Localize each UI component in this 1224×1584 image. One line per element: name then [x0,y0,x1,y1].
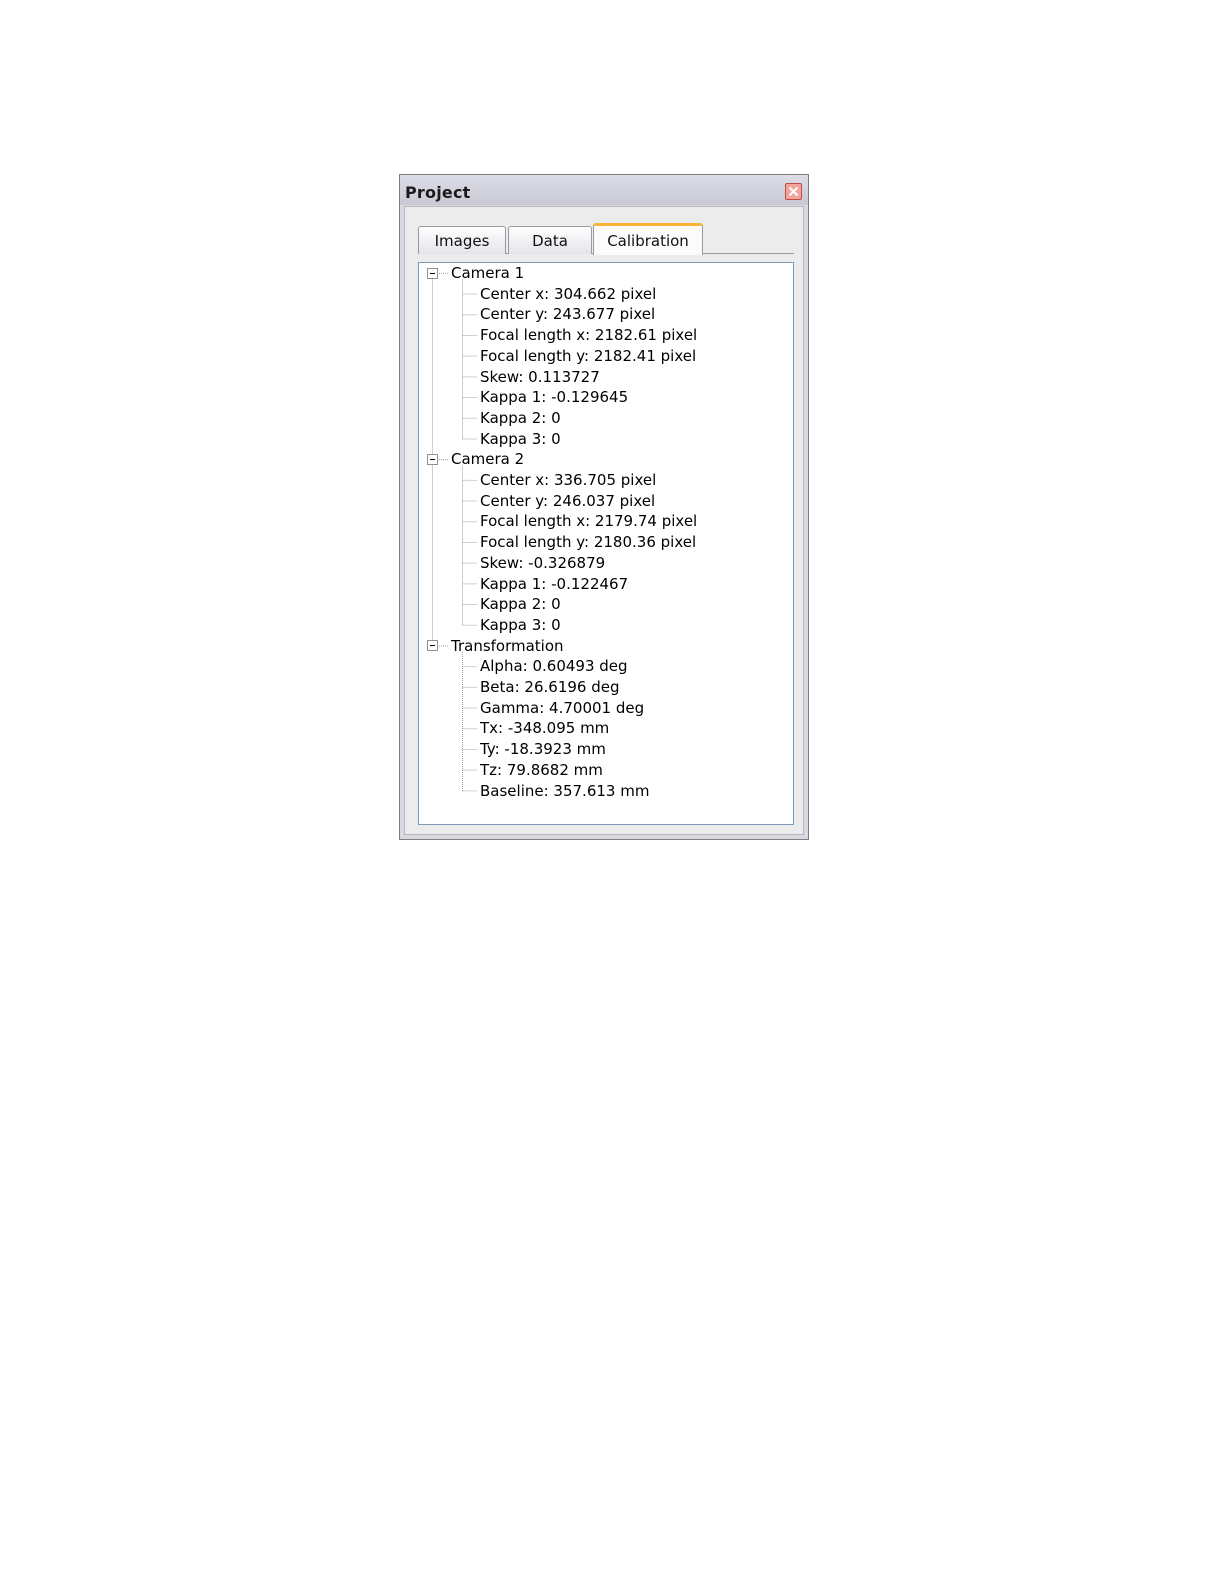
tab-strip: Images Data Calibration [418,220,794,255]
tab-calibration[interactable]: Calibration [593,223,703,255]
tree-item[interactable]: Center x: 304.662 pixel [480,284,656,304]
tree-item[interactable]: Kappa 1: -0.122467 [480,574,628,594]
tree-item[interactable]: Focal length x: 2179.74 pixel [480,511,697,531]
title-bar[interactable]: Project [400,175,808,205]
tree-item[interactable]: Kappa 2: 0 [480,594,561,614]
tree-item[interactable]: Skew: 0.113727 [480,367,600,387]
tree-group-camera1[interactable]: Camera 1 [451,263,524,283]
tab-images[interactable]: Images [418,226,506,254]
calibration-tree[interactable]: Camera 1 Center x: 304.662 pixel Center y:… [418,262,794,825]
tree-item[interactable]: Kappa 2: 0 [480,408,561,428]
tree-item[interactable]: Focal length y: 2182.41 pixel [480,346,696,366]
tree-item[interactable]: Center y: 246.037 pixel [480,491,655,511]
tree-item[interactable]: Tz: 79.8682 mm [480,760,603,780]
tree-item[interactable]: Alpha: 0.60493 deg [480,656,628,676]
tree-item[interactable]: Kappa 3: 0 [480,615,561,635]
tree-item[interactable]: Center y: 243.677 pixel [480,304,655,324]
close-button[interactable] [785,183,802,200]
tree-item[interactable]: Kappa 1: -0.129645 [480,387,628,407]
collapse-toggle-transformation[interactable] [427,640,438,652]
panel-body: Images Data Calibration Camera 1 Center x… [404,206,804,835]
tree-item[interactable]: Baseline: 357.613 mm [480,781,649,801]
collapse-toggle-camera1[interactable] [427,267,438,279]
tab-data[interactable]: Data [508,226,592,254]
tree-group-camera2[interactable]: Camera 2 [451,449,524,469]
tree-item[interactable]: Focal length y: 2180.36 pixel [480,532,696,552]
tree-item[interactable]: Ty: -18.3923 mm [480,739,606,759]
tree-item[interactable]: Focal length x: 2182.61 pixel [480,325,697,345]
close-icon [788,186,799,197]
tree-item[interactable]: Center x: 336.705 pixel [480,470,656,490]
project-panel: Project Images Data Calibration Camera 1… [399,174,809,840]
tree-item[interactable]: Kappa 3: 0 [480,429,561,449]
tree-group-transformation[interactable]: Transformation [451,636,564,656]
panel-title: Project [405,183,471,202]
tree-item[interactable]: Skew: -0.326879 [480,553,605,573]
tree-item[interactable]: Gamma: 4.70001 deg [480,698,644,718]
tree-item[interactable]: Tx: -348.095 mm [480,718,609,738]
collapse-toggle-camera2[interactable] [427,454,438,466]
tree-item[interactable]: Beta: 26.6196 deg [480,677,619,697]
